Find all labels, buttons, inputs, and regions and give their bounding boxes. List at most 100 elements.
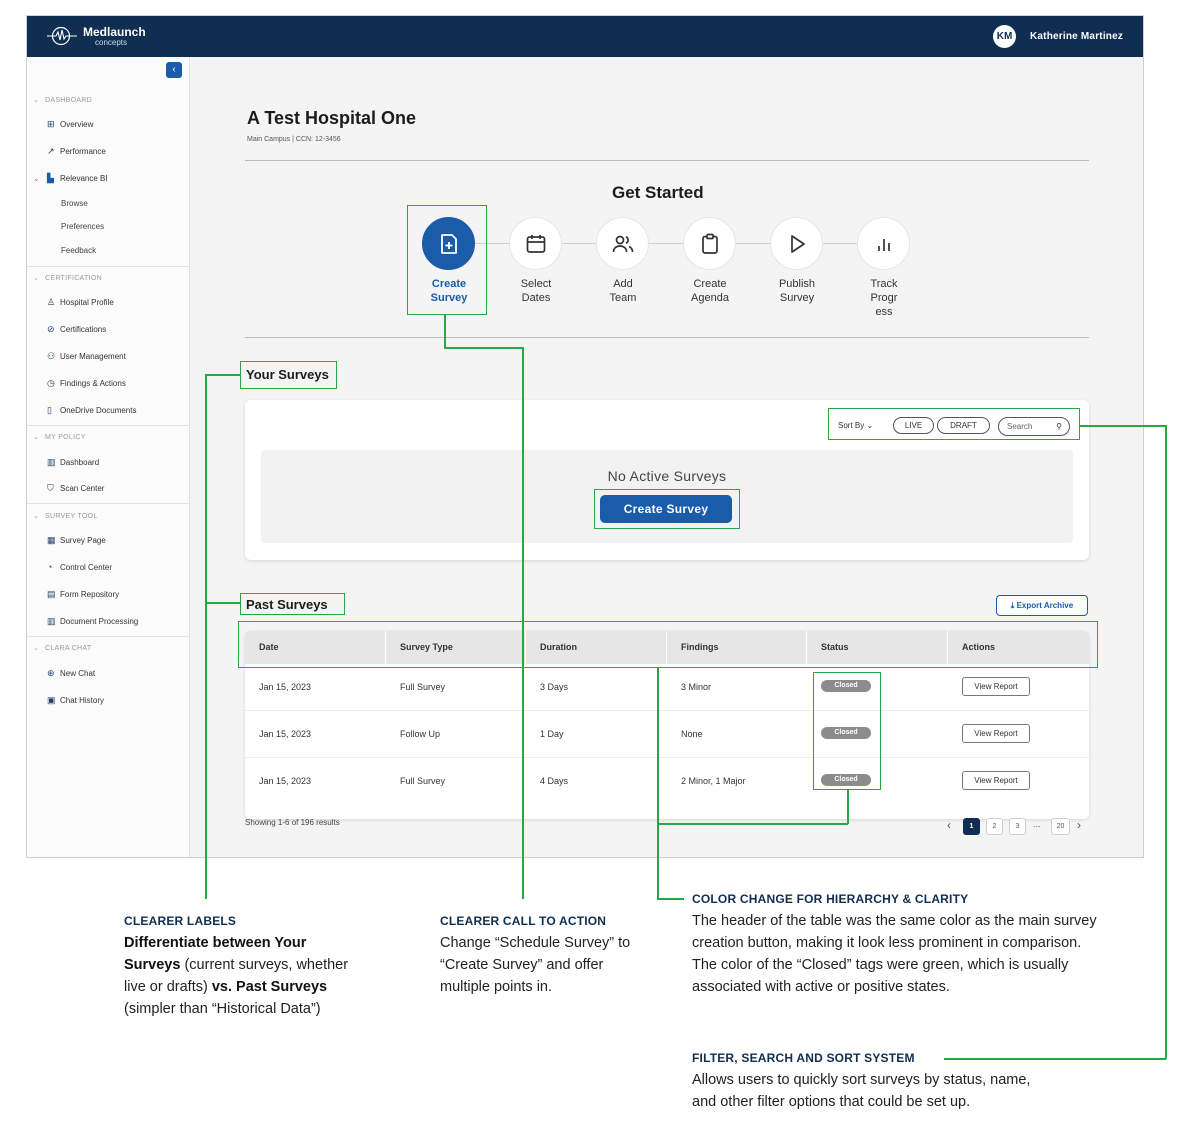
step-track-progress-button[interactable]: [857, 217, 910, 270]
prev-page-icon[interactable]: ‹: [947, 818, 951, 832]
sidebar-divider: [27, 636, 190, 637]
form-icon: ▤: [47, 589, 56, 599]
table-row: Jan 15, 2023 Full Survey 4 Days 2 Minor,…: [245, 758, 1089, 805]
view-report-button[interactable]: View Report: [962, 771, 1030, 790]
history-icon: ▣: [47, 695, 56, 705]
check-circle-icon: ⊘: [47, 324, 55, 334]
sidebar-section-clara-chat[interactable]: ⌄ CLARA CHAT: [33, 644, 91, 652]
sidebar-item-performance[interactable]: ↗ Performance: [47, 146, 106, 157]
brand-subtitle: concepts: [95, 38, 128, 47]
steps-divider: [245, 337, 1089, 338]
sidebar-item-onedrive-documents[interactable]: ▯ OneDrive Documents: [47, 405, 136, 416]
sidebar-item-overview[interactable]: ⊞ Overview: [47, 119, 93, 130]
brand-name: Medlaunch: [83, 25, 146, 39]
sidebar-section-survey-tool[interactable]: ⌄ SURVEY TOOL: [33, 512, 98, 520]
step-publish-survey-button[interactable]: [770, 217, 823, 270]
view-report-button[interactable]: View Report: [962, 677, 1030, 696]
calendar-icon: ▦: [47, 535, 56, 545]
clock-icon: ◷: [47, 378, 55, 388]
users-icon: ⚇: [47, 351, 56, 361]
step-select-dates-button[interactable]: [509, 217, 562, 270]
step-label-create-agenda[interactable]: Create Agenda: [675, 277, 745, 305]
cell-findings: None: [681, 729, 703, 739]
step-create-agenda-button[interactable]: [683, 217, 736, 270]
cell-survey-type: Full Survey: [400, 682, 446, 692]
sidebar-item-certifications[interactable]: ⊘ Certifications: [47, 324, 106, 335]
collapse-sidebar-button[interactable]: ‹: [166, 62, 182, 78]
sidebar-item-scan-center[interactable]: ⛉ Scan Center: [47, 483, 104, 494]
sidebar-section-certification[interactable]: ⌄ CERTIFICATION: [33, 274, 102, 282]
shield-check-icon: ⛉: [47, 483, 54, 493]
export-archive-button[interactable]: ⤓ Export Archive: [996, 595, 1088, 616]
sidebar-item-browse[interactable]: Browse: [61, 199, 88, 208]
highlight-your-surveys: [240, 361, 337, 389]
page-title: A Test Hospital One: [247, 108, 417, 128]
step-label-track-progress[interactable]: Track Progr ess: [849, 277, 919, 319]
page-button-20[interactable]: 20: [1051, 818, 1070, 835]
step-label-select-dates[interactable]: Select Dates: [501, 277, 571, 305]
cell-date: Jan 15, 2023: [259, 776, 312, 786]
chevron-left-icon: ‹: [172, 64, 176, 75]
connector-line: [657, 823, 848, 825]
page-button-2[interactable]: 2: [986, 818, 1003, 835]
step-label-publish-survey[interactable]: Publish Survey: [762, 277, 832, 305]
sidebar-item-feedback[interactable]: Feedback: [61, 246, 96, 255]
connector-line: [847, 790, 849, 824]
sidebar-section-my-policy[interactable]: ⌄ MY POLICY: [33, 433, 86, 441]
highlight-create-survey-button: [594, 489, 740, 529]
cell-findings: 2 Minor, 1 Major: [681, 776, 746, 786]
sidebar-item-hospital-profile[interactable]: ♙ Hospital Profile: [47, 297, 114, 308]
avatar[interactable]: KM: [993, 25, 1016, 48]
connector-line: [657, 668, 659, 899]
annotation-filter-search-sort: FILTER, SEARCH AND SORT SYSTEM Allows us…: [692, 1051, 1031, 1110]
annotation-color-change: COLOR CHANGE FOR HIERARCHY & CLARITY The…: [692, 892, 1097, 995]
sidebar-item-findings-actions[interactable]: ◷ Findings & Actions: [47, 378, 126, 389]
root: Medlaunch concepts KM Katherine Martinez…: [0, 0, 1184, 1138]
view-report-button[interactable]: View Report: [962, 724, 1030, 743]
highlight-status-tags: [813, 672, 881, 790]
sidebar-item-document-processing[interactable]: ▥ Document Processing: [47, 616, 138, 627]
sidebar-item-control-center[interactable]: ◔ Control Center: [47, 562, 112, 572]
step-connector: [736, 243, 773, 244]
next-page-icon[interactable]: ›: [1077, 818, 1081, 832]
connector-line: [444, 315, 446, 348]
page-button-1[interactable]: 1: [963, 818, 980, 835]
step-label-add-team[interactable]: Add Team: [588, 277, 658, 305]
person-icon: ♙: [47, 297, 56, 307]
sidebar-item-form-repository[interactable]: ▤ Form Repository: [47, 589, 119, 600]
chart-box-icon: ▥: [47, 457, 56, 467]
chevron-down-icon: ⌄: [33, 275, 40, 282]
chevron-down-icon: ⌄: [33, 174, 40, 183]
sidebar-item-policy-dashboard[interactable]: ▥ Dashboard: [47, 457, 99, 468]
top-navbar: Medlaunch concepts KM Katherine Martinez: [27, 16, 1143, 57]
trend-icon: ↗: [47, 146, 55, 156]
sidebar-item-user-management[interactable]: ⚇ User Management: [47, 351, 126, 362]
cell-survey-type: Full Survey: [400, 776, 446, 786]
logo-icon: [47, 26, 77, 46]
sidebar-item-survey-page[interactable]: ▦ Survey Page: [47, 535, 106, 546]
doc-chart-icon: ▥: [47, 616, 56, 626]
table-row: Jan 15, 2023 Follow Up 1 Day None Closed…: [245, 711, 1089, 758]
chat-plus-icon: ⊕: [47, 668, 55, 678]
users-icon: [612, 235, 634, 253]
user-name[interactable]: Katherine Martinez: [1030, 31, 1123, 42]
connector-line: [657, 898, 684, 900]
sidebar-item-new-chat[interactable]: ⊕ New Chat: [47, 668, 95, 679]
connector-line: [522, 347, 524, 899]
play-icon: [791, 235, 805, 253]
step-add-team-button[interactable]: [596, 217, 649, 270]
highlight-table-header: [238, 621, 1098, 668]
page-button-3[interactable]: 3: [1009, 818, 1026, 835]
annotation-clearer-labels: CLEARER LABELS Differentiate between You…: [124, 914, 349, 1017]
chevron-down-icon: ⌄: [33, 97, 40, 104]
sidebar-item-chat-history[interactable]: ▣ Chat History: [47, 695, 104, 706]
highlight-past-surveys: [240, 593, 345, 615]
step-connector: [649, 243, 686, 244]
sidebar-section-dashboard[interactable]: ⌄ DASHBOARD: [33, 96, 92, 104]
connector-line: [205, 374, 240, 376]
bars-icon: [878, 239, 890, 251]
cell-date: Jan 15, 2023: [259, 729, 312, 739]
step-connector: [823, 243, 860, 244]
sidebar-item-relevance-bi[interactable]: ⌄ ▙ Relevance BI: [33, 173, 108, 184]
sidebar-item-preferences[interactable]: Preferences: [61, 222, 104, 231]
